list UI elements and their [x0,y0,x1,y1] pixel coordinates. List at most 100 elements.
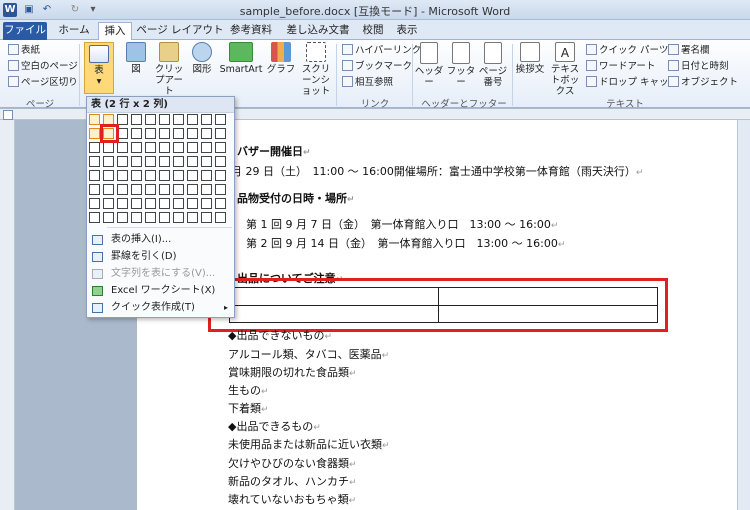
grid-cell[interactable] [215,128,226,139]
grid-cell[interactable] [173,184,184,195]
grid-cell[interactable] [103,142,114,153]
grid-cell[interactable] [103,156,114,167]
grid-cell[interactable] [215,184,226,195]
tab-mailings[interactable]: 差し込み文書 [280,22,356,40]
doc-list-line[interactable]: 未使用品または新品に近い衣類↵ [228,436,390,452]
grid-cell[interactable] [145,170,156,181]
tab-insert[interactable]: 挿入 [98,22,132,40]
grid-cell[interactable] [215,114,226,125]
doc-list-line[interactable]: 新品のタオル、ハンカチ↵ [228,473,357,489]
wordart-button[interactable]: ワードアート [586,59,655,74]
menu-excel-spreadsheet[interactable]: Excel ワークシート(X) [87,283,234,299]
grid-cell[interactable] [173,170,184,181]
bookmark-button[interactable]: ブックマーク [342,59,412,74]
grid-cell[interactable] [131,170,142,181]
grid-cell[interactable] [117,156,128,167]
grid-cell[interactable] [117,212,128,223]
grid-cell[interactable] [187,156,198,167]
grid-cell[interactable] [159,198,170,209]
grid-cell[interactable] [201,170,212,181]
quick-parts-button[interactable]: クイック パーツ [586,43,668,58]
grid-cell[interactable] [187,128,198,139]
drop-cap-button[interactable]: ドロップ キャップ [586,75,678,90]
grid-cell[interactable] [201,212,212,223]
grid-cell[interactable] [159,156,170,167]
doc-receipt-2[interactable]: 第 2 回 9 月 14 日（金） 第一体育館入り口 13:00 ～ 16:00… [246,235,565,251]
grid-cell[interactable] [117,170,128,181]
doc-list-line[interactable]: 欠けやひびのない食器類↵ [228,455,357,471]
grid-cell[interactable] [89,212,100,223]
grid-cell[interactable] [187,198,198,209]
date-time-button[interactable]: 日付と時刻 [668,59,729,74]
grid-cell[interactable] [159,114,170,125]
grid-cell[interactable] [145,156,156,167]
grid-cell[interactable] [131,212,142,223]
grid-cell[interactable] [201,142,212,153]
table-button[interactable]: 表 ▾ [84,42,114,94]
doc-heading-event-date[interactable]: バザー開催日↵ [237,143,311,159]
doc-list-line[interactable]: 生もの↵ [228,382,269,398]
grid-cell[interactable] [215,198,226,209]
grid-cell[interactable] [215,212,226,223]
shapes-button[interactable]: 図形 [188,42,216,75]
textbox-button[interactable]: A テキストボックス [548,42,582,97]
grid-cell[interactable] [103,212,114,223]
tab-file[interactable]: ファイル [3,22,47,40]
grid-cell[interactable] [89,156,100,167]
grid-cell[interactable] [145,184,156,195]
tab-selector[interactable] [3,110,13,120]
doc-list-line[interactable]: 壊れていないおもちゃ類↵ [228,491,356,507]
grid-cell[interactable] [215,170,226,181]
signature-line-button[interactable]: 署名欄 [668,43,710,58]
picture-button[interactable]: 図 [122,42,150,75]
grid-cell[interactable] [173,198,184,209]
vertical-ruler[interactable] [0,120,15,510]
smartart-button[interactable]: SmartArt [218,42,264,75]
grid-cell[interactable] [201,128,212,139]
grid-cell[interactable] [117,184,128,195]
blank-page-button[interactable]: 空白のページ [8,59,78,74]
grid-cell[interactable] [89,128,100,139]
menu-quick-tables[interactable]: クイック表作成(T) ▸ [87,300,234,316]
cross-reference-button[interactable]: 相互参照 [342,75,393,90]
grid-cell[interactable] [89,170,100,181]
grid-cell[interactable] [187,184,198,195]
footer-button[interactable]: フッター [446,42,476,88]
grid-cell[interactable] [159,128,170,139]
grid-cell[interactable] [187,142,198,153]
grid-cell[interactable] [131,128,142,139]
doc-date-line[interactable]: 月 29 日（土） 11:00 ～ 16:00開催場所：富士通中学校第一体育館（… [231,163,643,179]
page-break-button[interactable]: ページ区切り [8,75,78,90]
grid-cell[interactable] [131,114,142,125]
grid-cell[interactable] [145,212,156,223]
header-button[interactable]: ヘッダー [414,42,444,88]
grid-cell[interactable] [201,156,212,167]
grid-cell[interactable] [145,114,156,125]
grid-cell[interactable] [103,184,114,195]
grid-cell[interactable] [201,184,212,195]
greeting-button[interactable]: 挨拶文 [514,42,546,75]
grid-cell[interactable] [89,184,100,195]
grid-cell[interactable] [173,142,184,153]
grid-cell[interactable] [89,114,100,125]
chart-button[interactable]: グラフ [266,42,296,75]
grid-cell[interactable] [159,184,170,195]
doc-receipt-1[interactable]: 第 1 回 9 月 7 日（金） 第一体育館入り口 13:00 ～ 16:00↵ [246,216,558,232]
tab-references[interactable]: 参考資料 [226,22,276,40]
grid-cell[interactable] [215,156,226,167]
grid-cell[interactable] [159,212,170,223]
hyperlink-button[interactable]: ハイパーリンク [342,43,421,58]
tab-review[interactable]: 校閲 [358,22,388,40]
grid-cell[interactable] [159,142,170,153]
grid-cell[interactable] [187,114,198,125]
grid-cell[interactable] [145,142,156,153]
screenshot-button[interactable]: スクリーンショット [298,42,334,97]
grid-cell[interactable] [131,184,142,195]
vertical-scrollbar[interactable] [737,120,750,510]
grid-cell[interactable] [145,128,156,139]
grid-cell[interactable] [145,198,156,209]
doc-list-line[interactable]: アルコール類、タバコ、医薬品↵ [228,346,389,362]
grid-cell[interactable] [103,170,114,181]
grid-cell[interactable] [201,114,212,125]
grid-cell[interactable] [215,142,226,153]
